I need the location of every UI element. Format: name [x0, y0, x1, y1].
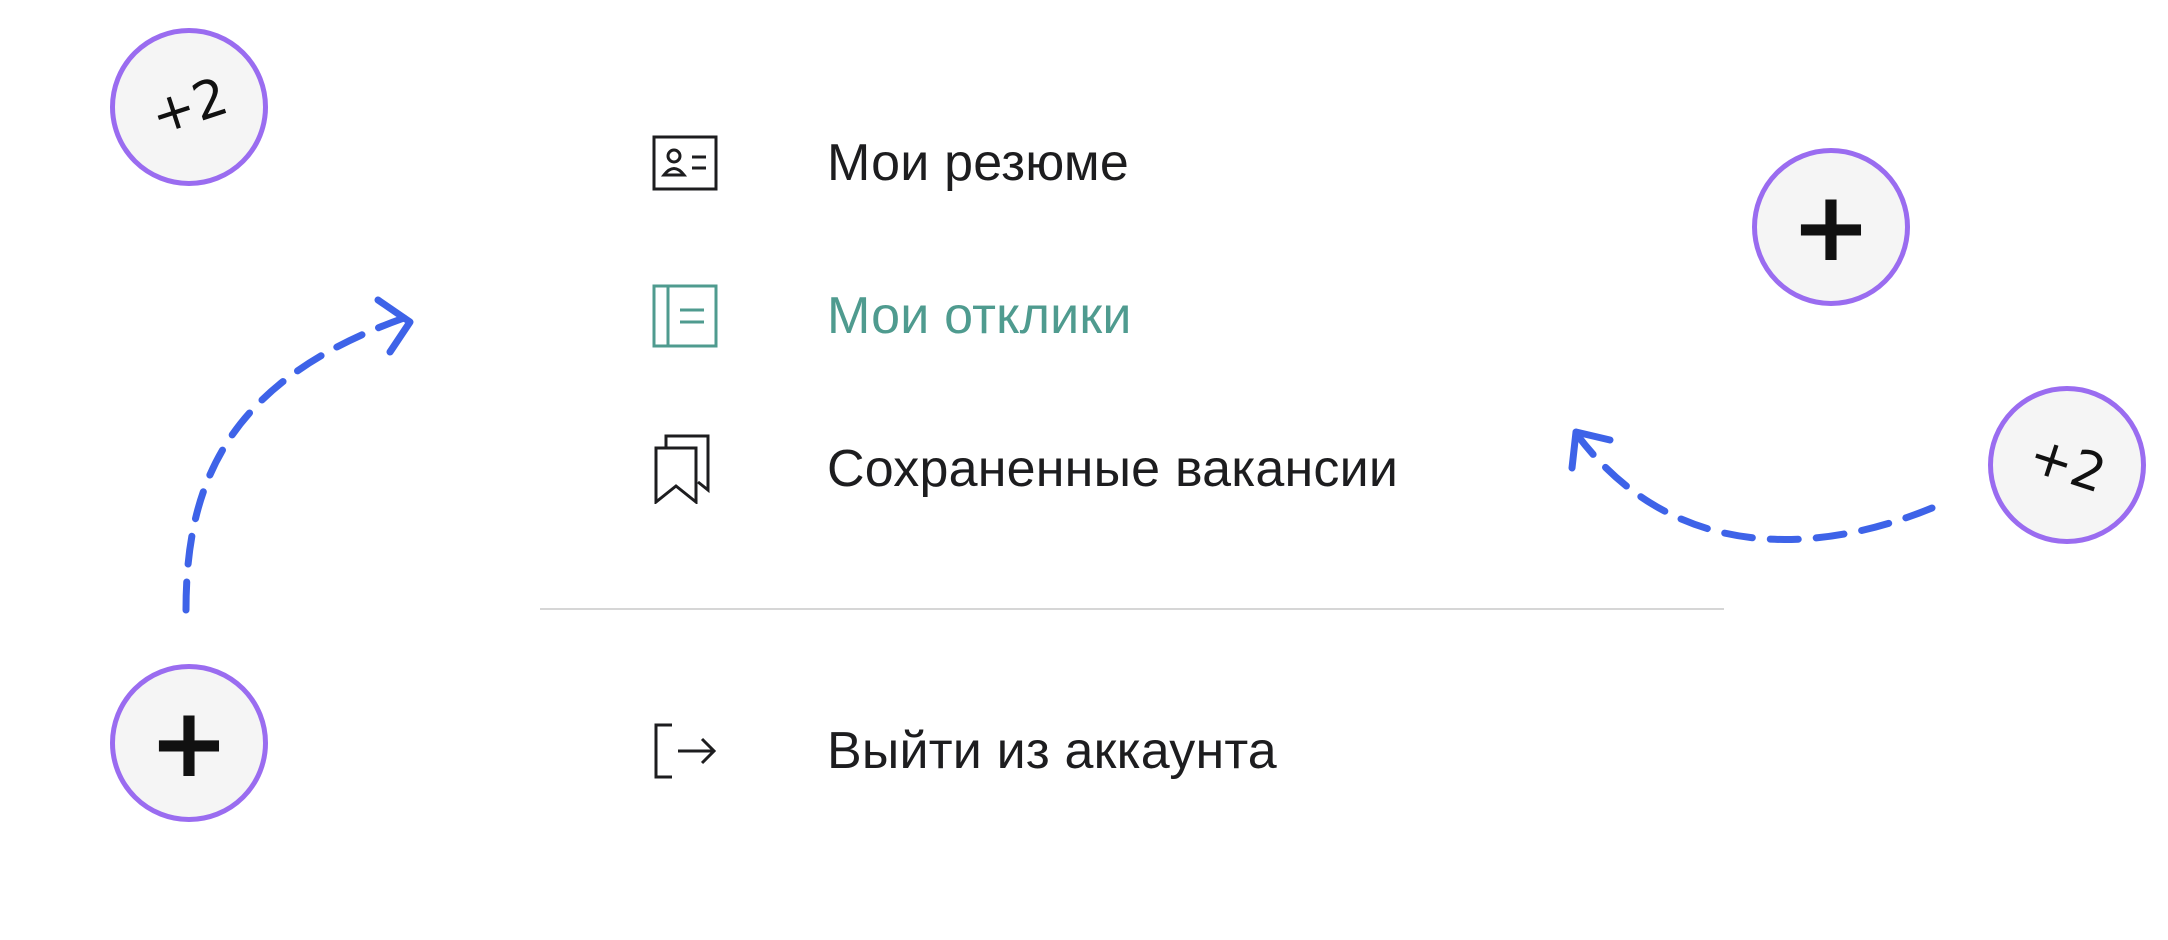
- badge-text: +2: [143, 66, 235, 148]
- logout-menu-item[interactable]: Выйти из аккаунта: [652, 711, 1277, 791]
- plus-icon: +: [1790, 171, 1872, 283]
- responses-document-icon: [652, 280, 724, 352]
- bookmarks-icon: [652, 433, 724, 505]
- menu-item-saved-vacancies[interactable]: Сохраненные вакансии: [652, 429, 1398, 509]
- logout-icon: [652, 715, 724, 787]
- resume-card-icon: [652, 127, 724, 199]
- annotation-badge: +: [110, 664, 268, 822]
- menu-divider: [540, 608, 1724, 610]
- annotation-badge: +2: [1988, 386, 2146, 544]
- menu-item-label: Мои отклики: [827, 287, 1132, 345]
- plus-icon: +: [148, 687, 230, 799]
- page: Мои резюме Мои отклики Сохраненные вакан…: [0, 0, 2168, 940]
- logout-label: Выйти из аккаунта: [827, 722, 1277, 780]
- menu-item-label: Мои резюме: [827, 134, 1129, 192]
- menu-item-resumes[interactable]: Мои резюме: [652, 123, 1129, 203]
- annotation-badge: +2: [110, 28, 268, 186]
- annotation-badge: +: [1752, 148, 1910, 306]
- menu-item-responses[interactable]: Мои отклики: [652, 276, 1132, 356]
- badge-text: +2: [2021, 424, 2113, 506]
- menu-item-label: Сохраненные вакансии: [827, 440, 1399, 498]
